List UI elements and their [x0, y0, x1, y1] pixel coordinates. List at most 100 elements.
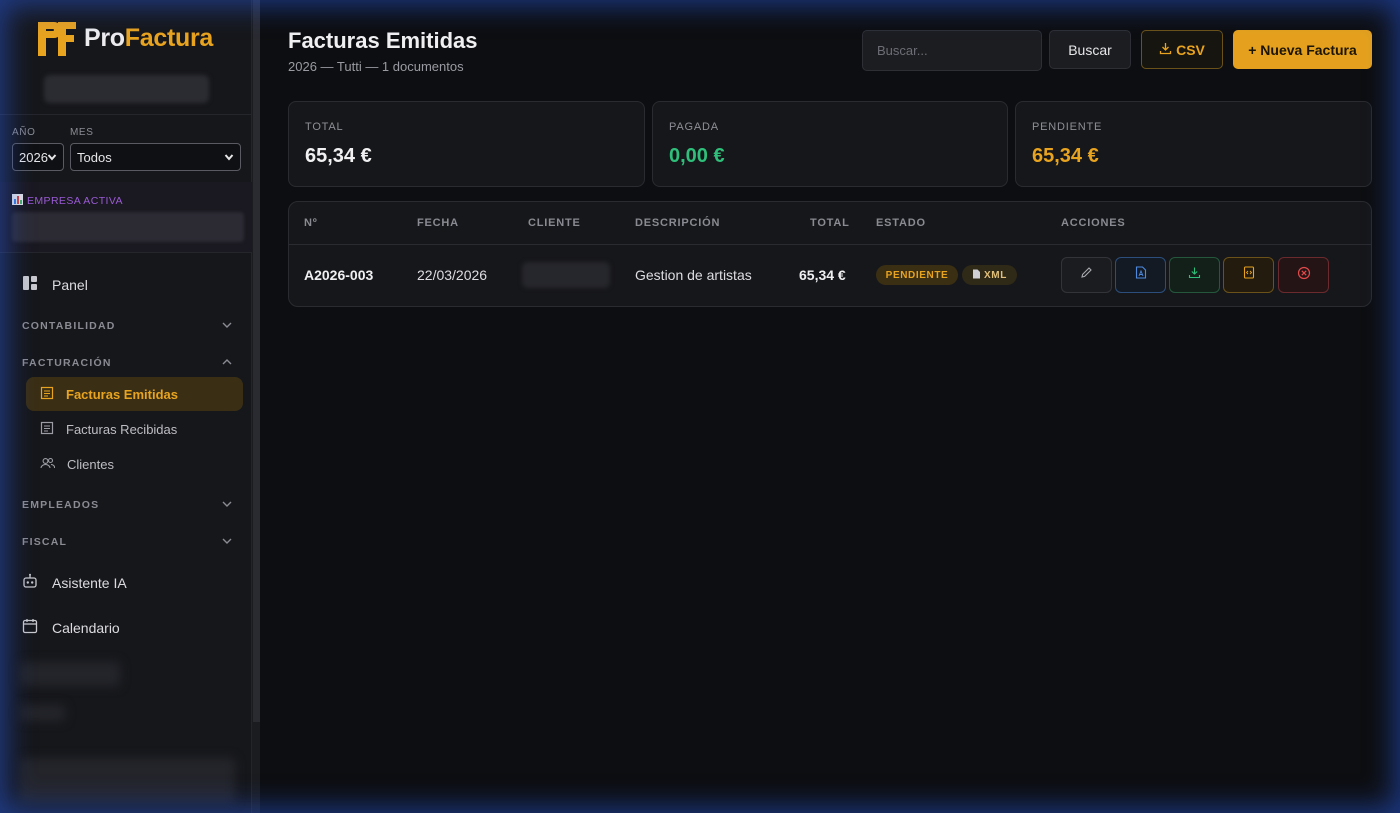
nav-section-fiscal[interactable]: FISCAL: [22, 536, 232, 548]
section-label: EMPLEADOS: [22, 499, 100, 511]
nav-section-contabilidad[interactable]: CONTABILIDAD: [22, 320, 232, 332]
section-label: CONTABILIDAD: [22, 320, 116, 332]
divider: [0, 252, 252, 253]
column-header-fecha[interactable]: FECHA: [417, 217, 459, 229]
divider: [0, 114, 252, 115]
chevron-up-icon: [222, 357, 232, 369]
dashboard-icon: [22, 275, 38, 294]
year-select-value: 2026: [19, 149, 48, 165]
chevron-down-icon: [222, 499, 232, 511]
chevron-down-icon: [222, 320, 232, 332]
year-label: AÑO: [12, 127, 36, 138]
summary-card-pagada: PAGADA 0,00 €: [652, 101, 1008, 187]
app-logo[interactable]: ProFactura: [36, 18, 213, 58]
redacted-footer: [20, 705, 65, 721]
invoices-table: Nº FECHA CLIENTE DESCRIPCIÓN TOTAL ESTAD…: [288, 201, 1372, 307]
column-header-descripcion[interactable]: DESCRIPCIÓN: [635, 217, 720, 229]
xml-badge-label: XML: [984, 269, 1007, 281]
cell-num: A2026-003: [304, 267, 374, 283]
invoice-icon: [40, 421, 54, 438]
empresa-select-redacted[interactable]: [12, 212, 244, 242]
nav-section-empleados[interactable]: EMPLEADOS: [22, 499, 232, 511]
nav-panel[interactable]: Panel: [22, 275, 88, 294]
pdf-icon: [1135, 266, 1147, 284]
month-select[interactable]: Todos: [70, 143, 241, 171]
card-value: 65,34 €: [305, 145, 372, 167]
search-button-label: Buscar: [1068, 41, 1112, 58]
nav-facturas-recibidas[interactable]: Facturas Recibidas: [26, 412, 243, 446]
robot-icon: [22, 573, 38, 592]
brand-suffix: Factura: [124, 23, 214, 52]
card-value: 65,34 €: [1032, 145, 1099, 167]
month-select-value: Todos: [77, 149, 112, 165]
nav-section-facturacion[interactable]: FACTURACIÓN: [22, 357, 232, 369]
download-icon: [1188, 266, 1201, 284]
csv-export-button[interactable]: CSV: [1141, 30, 1223, 69]
card-label: PENDIENTE: [1032, 121, 1103, 133]
nav-clientes[interactable]: Clientes: [26, 447, 243, 481]
column-header-total[interactable]: TOTAL: [810, 217, 850, 229]
nav-label: Facturas Emitidas: [66, 386, 178, 402]
redacted-footer: [20, 758, 235, 803]
chart-icon: [12, 194, 23, 208]
nav-facturas-emitidas[interactable]: Facturas Emitidas: [26, 377, 243, 411]
pencil-icon: [1080, 266, 1093, 284]
download-icon: [1159, 42, 1172, 58]
nav-asistente-ia[interactable]: Asistente IA: [22, 573, 127, 592]
nav-label: Asistente IA: [52, 574, 127, 591]
nav-label: Clientes: [67, 456, 114, 472]
empresa-activa-panel: EMPRESA ACTIVA: [0, 182, 252, 252]
file-icon: [972, 269, 981, 282]
cell-fecha: 22/03/2026: [417, 267, 488, 283]
status-badge-label: PENDIENTE: [885, 269, 949, 281]
logo-mark-icon: [36, 18, 78, 58]
empresa-label: EMPRESA ACTIVA: [12, 194, 123, 208]
card-value: 0,00 €: [669, 145, 725, 167]
status-badge: PENDIENTE: [876, 265, 958, 285]
cell-descripcion: Gestion de artistas: [635, 267, 752, 283]
column-header-cliente[interactable]: CLIENTE: [528, 217, 581, 229]
page-subtitle: 2026 — Tutti — 1 documentos: [288, 59, 464, 74]
edit-button[interactable]: [1061, 257, 1112, 293]
nav-panel-label: Panel: [52, 276, 88, 293]
section-label: FACTURACIÓN: [22, 357, 112, 369]
brand-prefix: Pro: [84, 23, 125, 52]
chevron-down-icon: [224, 151, 234, 166]
chevron-down-icon: [47, 151, 57, 166]
cell-cliente-redacted: [522, 262, 610, 288]
cell-total: 65,34 €: [799, 267, 846, 283]
month-label: MES: [70, 127, 94, 138]
search-button[interactable]: Buscar: [1049, 30, 1131, 69]
page-title: Facturas Emitidas: [288, 28, 478, 53]
users-icon: [40, 456, 56, 473]
summary-card-pendiente: PENDIENTE 65,34 €: [1015, 101, 1372, 187]
sidebar: ProFactura AÑO MES 2026 Todos EMPRESA AC…: [0, 0, 252, 813]
calendar-icon: [22, 618, 38, 637]
chevron-down-icon: [222, 536, 232, 548]
year-select[interactable]: 2026: [12, 143, 64, 171]
nav-label: Calendario: [52, 619, 120, 636]
xml-badge[interactable]: XML: [962, 265, 1017, 285]
sidebar-scrollbar-thumb[interactable]: [253, 0, 260, 722]
brand-name: ProFactura: [84, 24, 213, 53]
xml-button[interactable]: [1223, 257, 1274, 293]
download-button[interactable]: [1169, 257, 1220, 293]
column-header-num[interactable]: Nº: [304, 217, 318, 229]
search-input[interactable]: [862, 30, 1042, 71]
nav-calendario[interactable]: Calendario: [22, 618, 120, 637]
new-invoice-label: + Nueva Factura: [1248, 41, 1357, 58]
empresa-label-text: EMPRESA ACTIVA: [27, 195, 123, 207]
nav-label: Facturas Recibidas: [66, 421, 178, 437]
redacted-footer: [20, 662, 120, 686]
column-header-acciones: ACCIONES: [1061, 217, 1126, 229]
csv-button-label: CSV: [1176, 41, 1205, 58]
new-invoice-button[interactable]: + Nueva Factura: [1233, 30, 1372, 69]
invoice-icon: [40, 386, 54, 403]
cancel-icon: [1297, 266, 1311, 285]
cancel-button[interactable]: [1278, 257, 1329, 293]
column-header-estado[interactable]: ESTADO: [876, 217, 926, 229]
summary-card-total: TOTAL 65,34 €: [288, 101, 645, 187]
section-label: FISCAL: [22, 536, 68, 548]
card-label: PAGADA: [669, 121, 719, 133]
pdf-button[interactable]: [1115, 257, 1166, 293]
